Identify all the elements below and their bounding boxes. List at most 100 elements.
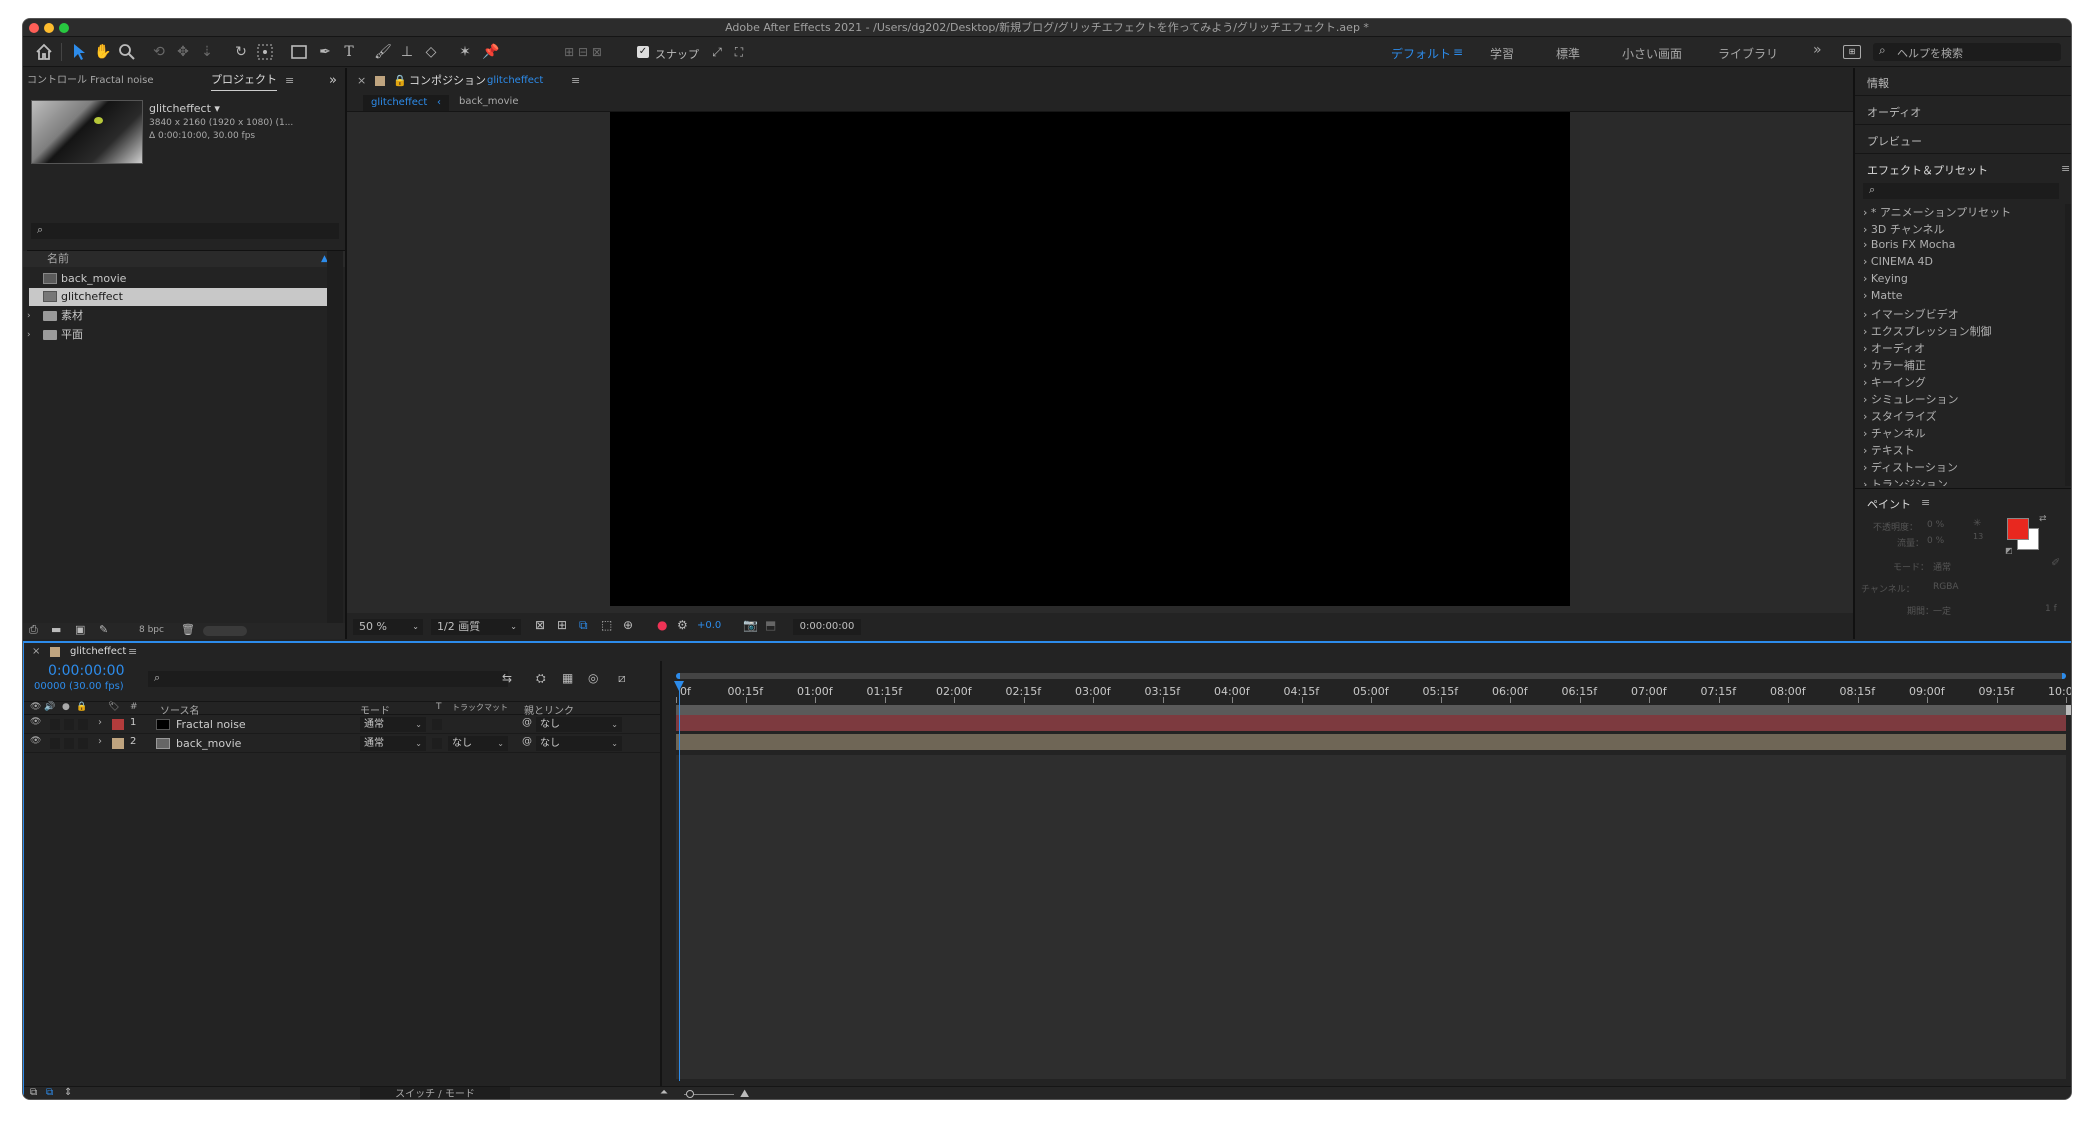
default-colors-icon[interactable]: ◩: [2005, 546, 2013, 555]
minimize-button[interactable]: [44, 23, 54, 33]
workspace-learn[interactable]: 学習: [1490, 45, 1514, 62]
clone-stamp-tool-icon[interactable]: ⊥: [397, 42, 417, 62]
effect-category[interactable]: › エクスプレッション制御: [1863, 323, 1992, 339]
effect-category[interactable]: › * アニメーションプリセット: [1863, 204, 2011, 220]
dolly-camera-icon[interactable]: ⇣: [197, 42, 217, 62]
lock-toggle[interactable]: [78, 719, 88, 730]
interpret-footage-icon[interactable]: ⎙: [29, 623, 38, 637]
resolution-dropdown[interactable]: 1/2 画質 ⌄: [431, 619, 521, 635]
expand-panels-icon[interactable]: »: [329, 68, 337, 94]
zoom-slider-thumb[interactable]: [686, 1090, 694, 1098]
effect-category[interactable]: › シミュレーション: [1863, 391, 1958, 407]
audio-toggle[interactable]: [50, 719, 60, 730]
layer-duration-bar[interactable]: [676, 734, 2066, 750]
timeline-current-time[interactable]: 0:00:00:00: [48, 663, 125, 679]
close-button[interactable]: [29, 23, 39, 33]
pen-tool-icon[interactable]: ✒: [315, 42, 335, 62]
panel-menu-icon[interactable]: ≡: [128, 645, 137, 658]
effect-category[interactable]: › カラー補正: [1863, 357, 1926, 373]
playhead-handle[interactable]: [674, 681, 684, 691]
rectangle-tool-icon[interactable]: [289, 42, 309, 62]
trash-icon[interactable]: 🗑: [181, 623, 195, 636]
eye-icon[interactable]: 👁: [30, 702, 41, 712]
chevron-right-icon[interactable]: ›: [98, 736, 102, 747]
zoom-dropdown[interactable]: 50 % ⌄: [353, 619, 423, 635]
layer-label-color[interactable]: [112, 719, 124, 730]
column-number[interactable]: #: [130, 702, 138, 712]
preview-panel-header[interactable]: プレビュー: [1855, 126, 2071, 154]
new-composition-icon[interactable]: ▣: [75, 623, 85, 636]
effect-category[interactable]: › キーイング: [1863, 374, 1926, 390]
paint-mode-value[interactable]: 通常: [1933, 560, 1951, 573]
snapshot-camera-icon[interactable]: 📷: [743, 618, 758, 632]
brush-tip-icon[interactable]: ✳: [1973, 518, 1981, 529]
mask-visibility-icon[interactable]: ⧉: [579, 618, 588, 633]
column-parent-link[interactable]: 親とリンク: [524, 702, 574, 717]
color-management-icon[interactable]: ⚙: [677, 618, 688, 632]
home-icon[interactable]: [33, 42, 55, 62]
region-of-interest-icon[interactable]: ⬚: [601, 618, 612, 632]
lock-toggle[interactable]: [78, 738, 88, 749]
timeline-empty-area[interactable]: [676, 755, 2066, 1079]
layer-label-color[interactable]: [112, 738, 124, 749]
tab-glitcheffect[interactable]: glitcheffect ‹: [363, 95, 449, 111]
close-tab-icon[interactable]: ×: [32, 646, 40, 657]
timeline-graph-area[interactable]: 0f 00:15f 01:00f 01:15f 02:00f 02:15f 03:00f 03…: [662, 661, 2071, 1086]
paint-opacity-value[interactable]: 0 %: [1927, 520, 1944, 530]
comp-canvas[interactable]: [610, 112, 1570, 606]
solo-toggle[interactable]: [64, 719, 74, 730]
comp-mini-flowchart-icon[interactable]: ⇆: [502, 671, 512, 685]
workspace-standard[interactable]: 標準: [1556, 45, 1580, 62]
project-scrollbar[interactable]: [327, 251, 343, 625]
draft-3d-icon[interactable]: ⛭: [536, 671, 546, 686]
paint-flow-value[interactable]: 0 %: [1927, 536, 1944, 546]
timeline-tab-label[interactable]: glitcheffect: [70, 646, 126, 657]
puppet-pin-tool-icon[interactable]: 📌: [481, 42, 501, 62]
column-source-name[interactable]: ソース名: [160, 702, 200, 717]
project-item-glitcheffect[interactable]: glitcheffect: [29, 288, 333, 306]
project-item-folder-material[interactable]: › 素材: [23, 307, 345, 325]
grid-guides-icon[interactable]: ⊕: [623, 618, 633, 632]
tab-back-movie[interactable]: back_movie: [459, 96, 518, 107]
time-ruler[interactable]: 0f 00:15f 01:00f 01:15f 02:00f 02:15f 03:00f 03…: [662, 661, 2071, 703]
audio-icon[interactable]: 🔊: [44, 702, 55, 712]
comp-end-marker[interactable]: [2066, 705, 2071, 715]
effect-category[interactable]: › イマーシブビデオ: [1863, 306, 1959, 322]
panel-menu-icon[interactable]: ≡: [571, 68, 580, 94]
zoom-tool-icon[interactable]: [117, 42, 137, 62]
effect-category[interactable]: › Keying: [1863, 272, 1908, 285]
work-area-strip[interactable]: [676, 705, 2066, 715]
lock-icon[interactable]: 🔒: [393, 68, 407, 94]
effect-category[interactable]: › Boris FX Mocha: [1863, 238, 1955, 251]
zoom-in-icon[interactable]: ⛰: [740, 1087, 749, 1099]
label-tag-icon[interactable]: 🏷: [108, 702, 119, 712]
panel-menu-icon[interactable]: ≡: [285, 68, 294, 94]
in-out-duration-icon[interactable]: ⇕: [64, 1087, 72, 1098]
bit-depth[interactable]: 8 bpc: [139, 625, 164, 635]
foreground-color-swatch[interactable]: [2007, 518, 2029, 540]
transparency-grid-icon[interactable]: ⊞: [557, 618, 567, 632]
info-panel-header[interactable]: 情報: [1855, 68, 2071, 96]
channel-icon[interactable]: ●: [657, 618, 667, 632]
column-mode[interactable]: モード: [360, 702, 390, 717]
snap-checkbox[interactable]: ✓: [637, 46, 649, 58]
column-track-matte[interactable]: トラックマット: [452, 702, 508, 713]
pan-behind-tool-icon[interactable]: [255, 42, 275, 62]
column-preserve-transparency[interactable]: T: [436, 702, 442, 712]
project-item-folder-solid[interactable]: › 平面: [23, 326, 345, 344]
preserve-transparency-toggle[interactable]: [432, 738, 442, 749]
axis-mode-icons[interactable]: ⊞ ⊟ ⊠: [553, 42, 613, 62]
motion-blur-icon[interactable]: ◎: [588, 671, 598, 685]
preserve-transparency-toggle[interactable]: [432, 719, 442, 730]
tab-project[interactable]: プロジェクト: [211, 70, 277, 91]
layer-name[interactable]: back_movie: [176, 737, 241, 750]
layer-mode-dropdown[interactable]: 通常 ⌄: [360, 717, 426, 732]
effect-category[interactable]: › スタイライズ: [1863, 408, 1937, 424]
column-name[interactable]: 名前: [47, 251, 69, 267]
show-snapshot-icon[interactable]: ⬒: [765, 618, 776, 632]
project-search-input[interactable]: ⌕: [31, 223, 339, 239]
chevron-right-icon[interactable]: ›: [98, 717, 102, 728]
workspace-small-screen[interactable]: 小さい画面: [1622, 45, 1682, 62]
close-tab-icon[interactable]: ×: [357, 68, 366, 94]
effect-category[interactable]: › オーディオ: [1863, 340, 1925, 356]
